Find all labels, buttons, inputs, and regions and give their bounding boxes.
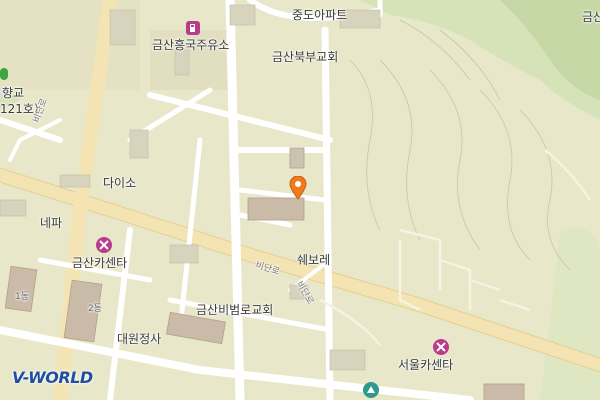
vworld-logo: V-WORLD — [12, 367, 93, 387]
label-nepa: 네파 — [40, 216, 63, 230]
label-daewon: 대원정사 — [117, 332, 162, 346]
label-bldg-1: 1동 — [15, 292, 30, 302]
label-shwebore: 쉐보레 — [297, 253, 331, 267]
label-bldg-2: 2동 — [88, 304, 103, 314]
repair-icon[interactable] — [433, 339, 449, 355]
label-top-right: 금산 — [582, 10, 600, 24]
label-car-center: 금산카센타 — [72, 256, 128, 270]
label-church-north: 금산북부교회 — [272, 50, 339, 64]
label-gas-station: 금산흥국주유소 — [152, 38, 230, 52]
school-icon — [0, 68, 8, 80]
map-view[interactable]: 중도아파트 금산흥국주유소 금산북부교회 향교 121호) 다이소 네파 금산카… — [0, 0, 600, 400]
label-seoul-car-center: 서울카센타 — [398, 358, 454, 372]
label-bibeomro-church: 금산비범로교회 — [196, 303, 274, 317]
label-jungdo-apt: 중도아파트 — [292, 8, 348, 22]
location-pin-icon[interactable] — [289, 175, 307, 200]
label-school: 향교 — [2, 86, 25, 100]
label-daiso: 다이소 — [103, 176, 137, 190]
park-icon[interactable] — [363, 382, 379, 398]
fuel-icon[interactable] — [186, 21, 200, 35]
repair-icon[interactable] — [96, 237, 112, 253]
